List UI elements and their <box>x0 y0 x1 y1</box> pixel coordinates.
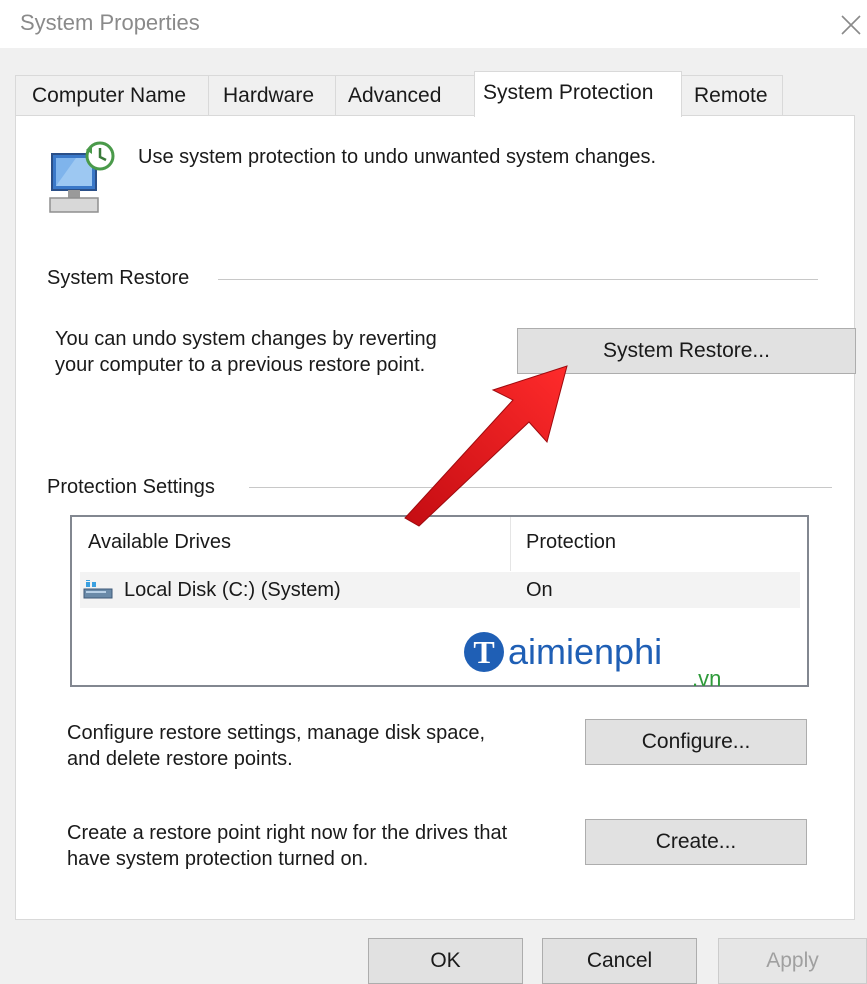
computer-restore-icon <box>49 141 115 213</box>
description-line: Configure restore settings, manage disk … <box>67 722 485 744</box>
tab-label: Remote <box>694 84 768 107</box>
watermark-suffix: .vn <box>692 666 721 690</box>
create-description: Create a restore point right now for the… <box>67 820 507 872</box>
red-arrow-annotation <box>404 365 568 527</box>
close-icon[interactable] <box>836 10 866 40</box>
table-row[interactable]: Local Disk (C:) (System) On <box>80 572 800 608</box>
tab-label: Advanced <box>348 84 442 107</box>
tab-remote[interactable]: Remote <box>681 75 783 115</box>
description-line: and delete restore points. <box>67 748 293 770</box>
protection-status: On <box>526 579 553 601</box>
drive-name: Local Disk (C:) (System) <box>124 579 341 601</box>
tab-bar: Computer Name Hardware Advanced System P… <box>15 71 855 117</box>
watermark-letter: T <box>473 634 494 670</box>
description-line: Create a restore point right now for the… <box>67 822 508 844</box>
protection-settings-heading: Protection Settings <box>47 476 215 498</box>
tab-label: Hardware <box>223 84 315 107</box>
cancel-button[interactable]: Cancel <box>542 938 697 984</box>
tab-label: System Protection <box>483 81 654 104</box>
ok-button[interactable]: OK <box>368 938 523 984</box>
tab-advanced[interactable]: Advanced <box>335 75 475 115</box>
column-header-drives[interactable]: Available Drives <box>88 531 231 554</box>
section-divider <box>218 279 818 280</box>
tab-hardware[interactable]: Hardware <box>208 75 336 115</box>
watermark-logo: T aimienphi .vn <box>464 631 721 690</box>
intro-text: Use system protection to undo unwanted s… <box>138 146 657 168</box>
system-restore-description: You can undo system changes by reverting… <box>55 326 437 378</box>
drive-icon <box>83 580 113 599</box>
column-header-protection[interactable]: Protection <box>526 531 616 554</box>
description-line: your computer to a previous restore poin… <box>55 354 426 376</box>
tab-system-protection[interactable]: System Protection <box>474 71 682 117</box>
title-bar: System Properties <box>0 0 867 48</box>
tab-label: Computer Name <box>32 84 187 107</box>
window-title: System Properties <box>20 10 200 35</box>
description-line: You can undo system changes by reverting <box>55 328 437 350</box>
configure-description: Configure restore settings, manage disk … <box>67 720 485 772</box>
description-line: have system protection turned on. <box>67 848 369 870</box>
configure-button[interactable]: Configure... <box>585 719 807 765</box>
dialog-button-bar: OK Cancel Apply <box>0 920 867 984</box>
create-button[interactable]: Create... <box>585 819 807 865</box>
tab-computer-name[interactable]: Computer Name <box>15 75 209 115</box>
watermark-brand: aimienphi <box>508 631 662 672</box>
system-restore-heading: System Restore <box>47 267 190 289</box>
apply-button[interactable]: Apply <box>718 938 867 984</box>
